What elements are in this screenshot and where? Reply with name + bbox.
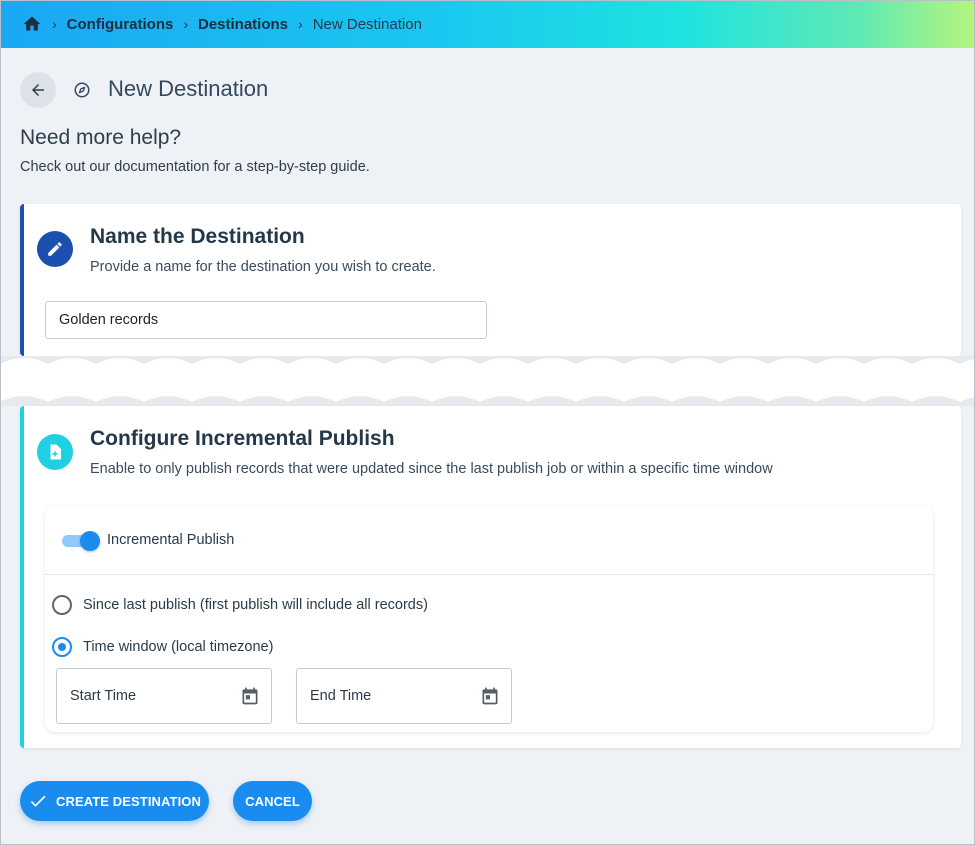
breadcrumb-separator: › [52,16,57,32]
calendar-icon[interactable] [240,686,260,706]
arrow-left-icon [32,84,44,96]
compass-icon [73,81,91,99]
radio-button[interactable] [52,595,72,615]
end-time-field[interactable]: End Time [296,668,512,724]
radio-since-last-publish[interactable]: Since last publish (first publish will i… [52,595,428,615]
cancel-button[interactable]: CANCEL [233,781,312,821]
file-add-icon [37,434,73,470]
pencil-icon [37,231,73,267]
name-destination-card: Name the Destination Provide a name for … [20,204,961,356]
back-button[interactable] [20,72,56,108]
name-section-subtitle: Provide a name for the destination you w… [90,259,436,275]
breadcrumb-current: New Destination [312,15,422,33]
home-icon[interactable] [22,14,42,34]
create-destination-label: CREATE DESTINATION [55,793,202,809]
section-divider [0,356,975,406]
start-time-field[interactable]: Start Time [56,668,272,724]
incremental-toggle-row: Incremental Publish [45,506,933,575]
radio-label: Time window (local timezone) [83,639,274,655]
create-destination-button[interactable]: CREATE DESTINATION [20,781,209,821]
breadcrumb: › Configurations › Destinations › New De… [0,0,975,48]
radio-button-selected[interactable] [52,637,72,657]
radio-label: Since last publish (first publish will i… [83,597,428,613]
breadcrumb-separator: › [183,16,188,32]
start-time-label: Start Time [70,688,137,704]
help-subtitle: Check out our documentation for a step-b… [20,159,370,175]
incremental-publish-toggle[interactable] [62,531,100,551]
incremental-section-title: Configure Incremental Publish [90,427,395,450]
check-icon [30,795,46,807]
end-time-label: End Time [310,688,372,704]
help-title: Need more help? [20,126,182,149]
page-title: New Destination [108,76,269,101]
name-section-title: Name the Destination [90,225,305,248]
breadcrumb-destinations[interactable]: Destinations [198,16,288,33]
breadcrumb-configurations[interactable]: Configurations [67,16,174,33]
toggle-label: Incremental Publish [107,532,235,548]
destination-name-input[interactable] [45,301,487,339]
incremental-publish-card: Configure Incremental Publish Enable to … [20,406,961,748]
incremental-section-subtitle: Enable to only publish records that were… [90,461,773,477]
radio-time-window[interactable]: Time window (local timezone) [52,637,273,657]
calendar-icon[interactable] [480,686,500,706]
cancel-label: CANCEL [245,793,300,809]
breadcrumb-separator: › [298,16,303,32]
incremental-options-panel: Incremental Publish Since last publish (… [45,506,933,732]
